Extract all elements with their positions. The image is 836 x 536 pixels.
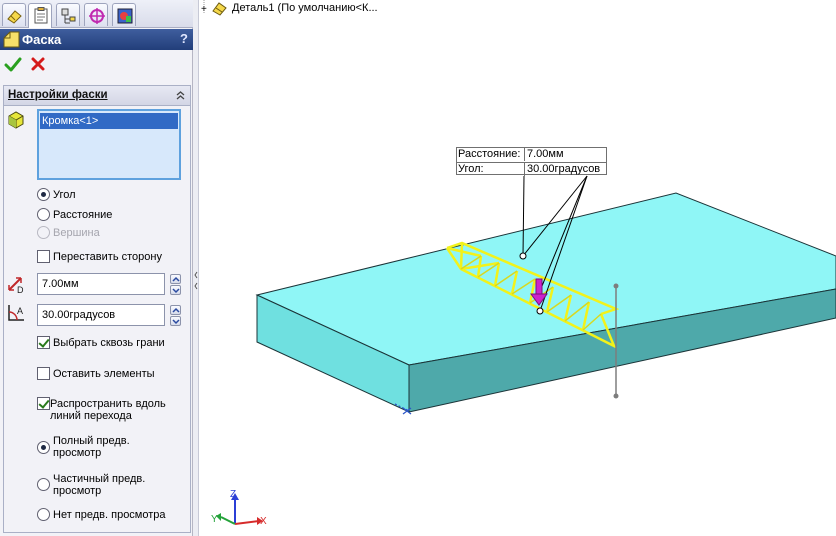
tab-property-manager[interactable] [28, 3, 52, 28]
ok-check-icon[interactable] [4, 56, 22, 74]
flip-direction-label: Переставить сторону [53, 251, 162, 263]
arrow-down-icon [172, 319, 180, 325]
property-manager-icon [34, 7, 48, 24]
distance-spin-down[interactable] [170, 285, 181, 295]
svg-text:A: A [17, 306, 23, 316]
edge-selection-icon [8, 111, 24, 129]
triad-x-label: X [260, 516, 267, 527]
radio-angle-distance-label: Угол [53, 189, 76, 201]
arrow-down-icon [172, 288, 180, 294]
part-icon[interactable] [211, 0, 229, 16]
group-title: Настройки фаски [8, 89, 108, 101]
property-manager-titlebar: Фаска ? [0, 29, 193, 50]
display-manager-icon [117, 8, 133, 24]
callout-angle-label: Угол: [458, 163, 484, 175]
radio-no-preview[interactable] [37, 508, 50, 521]
chevron-left-icon[interactable] [194, 268, 198, 294]
graphics-area[interactable]: Z X Y + Деталь1 (По умолчанию<К... Расст… [199, 0, 836, 536]
dimension-callout[interactable]: Расстояние: 7.00мм Угол: 30.00градусов [456, 147, 607, 176]
arrow-up-icon [172, 276, 180, 282]
axis-line-end-bottom [613, 393, 619, 399]
angle-spin-down[interactable] [170, 316, 181, 326]
triad-z-label: Z [230, 489, 236, 500]
svg-text:D: D [17, 285, 24, 294]
tab-display-manager[interactable] [112, 3, 136, 26]
triad-y-label: Y [211, 514, 218, 525]
callout-distance-label: Расстояние: [458, 148, 521, 160]
axis-line-end-top [613, 283, 619, 289]
callout-row-distance: Расстояние: 7.00мм [457, 148, 606, 161]
select-through-faces-checkbox[interactable] [37, 336, 50, 349]
chevron-up-icon[interactable] [175, 90, 186, 101]
radio-vertex [37, 226, 50, 239]
select-through-faces-label: Выбрать сквозь грани [53, 337, 165, 349]
radio-distance-distance[interactable] [37, 208, 50, 221]
flip-direction-checkbox[interactable] [37, 250, 50, 263]
arrow-up-icon [172, 307, 180, 313]
feature-manager-icon [7, 10, 22, 24]
selection-item-edge[interactable]: Кромка<1> [40, 113, 178, 129]
callout-anchor-angle [536, 307, 544, 315]
angle-input[interactable]: 30.00градусов [37, 304, 165, 326]
view-triad-icon [216, 493, 263, 525]
radio-partial-preview-label: Частичный предв. просмотр [53, 473, 146, 497]
chamfer-icon [3, 31, 20, 48]
keep-features-label: Оставить элементы [53, 368, 155, 380]
tree-expand-icon[interactable]: + [201, 4, 207, 15]
radio-vertex-label: Вершина [53, 227, 100, 239]
callout-angle-value[interactable]: 30.00градусов [524, 163, 606, 176]
tangent-propagation-label: Распространить вдоль линий перехода [50, 398, 166, 422]
callout-row-angle: Угол: 30.00градусов [457, 162, 606, 176]
radio-angle-distance[interactable] [37, 188, 50, 201]
tab-feature-manager[interactable] [2, 3, 26, 26]
angle-spin-up[interactable] [170, 305, 181, 315]
edge-selection-list[interactable]: Кромка<1> [37, 109, 181, 180]
distance-input[interactable]: 7.00мм [37, 273, 165, 295]
callout-anchor-distance [519, 252, 527, 260]
tangent-propagation-checkbox[interactable] [37, 397, 50, 410]
callout-distance-value[interactable]: 7.00мм [524, 148, 606, 161]
property-manager-title: Фаска [22, 32, 62, 47]
configuration-manager-icon [61, 8, 76, 24]
dimxpert-manager-icon [89, 8, 105, 24]
tab-configuration-manager[interactable] [56, 3, 80, 26]
radio-full-preview-label: Полный предв. просмотр [53, 435, 130, 459]
tree-part-label[interactable]: Деталь1 (По умолчанию<К... [232, 2, 378, 14]
manager-tabs [0, 0, 193, 28]
distance-dimension-icon: D [8, 277, 24, 294]
radio-full-preview[interactable] [37, 441, 50, 454]
keep-features-checkbox[interactable] [37, 367, 50, 380]
cancel-x-icon[interactable] [30, 56, 46, 72]
radio-distance-distance-label: Расстояние [53, 209, 113, 221]
help-button[interactable]: ? [180, 31, 188, 46]
group-header[interactable]: Настройки фаски [4, 86, 190, 106]
property-manager-panel: Фаска ? Настройки фаски Кромка<1> Угол Р… [0, 0, 193, 536]
radio-no-preview-label: Нет предв. просмотра [53, 509, 166, 521]
3d-scene[interactable]: Z X Y [199, 0, 836, 536]
angle-dimension-icon: A [8, 305, 24, 321]
radio-partial-preview[interactable] [37, 478, 50, 491]
tab-dimxpert-manager[interactable] [84, 3, 108, 26]
distance-spin-up[interactable] [170, 274, 181, 284]
